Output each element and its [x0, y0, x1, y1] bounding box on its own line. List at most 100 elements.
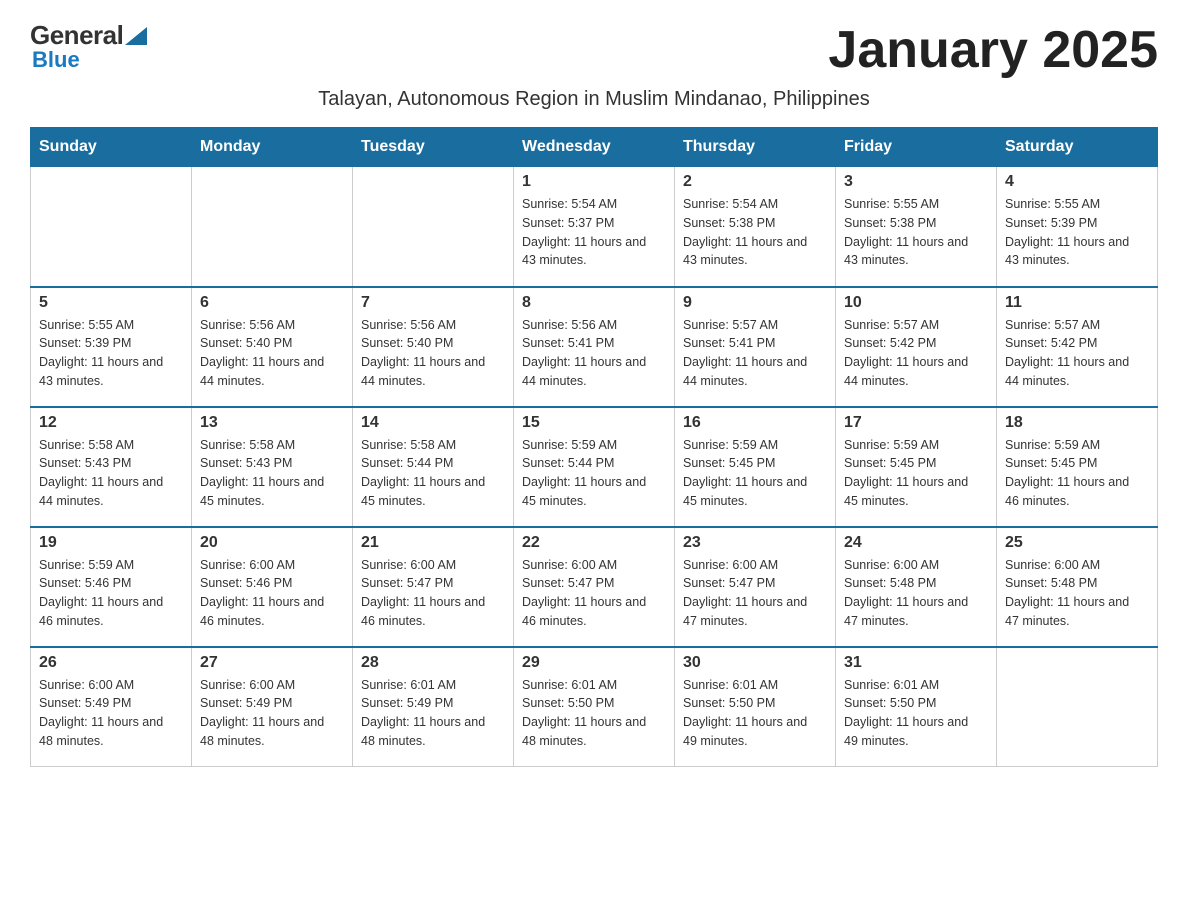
- day-info: Sunrise: 5:59 AMSunset: 5:46 PMDaylight:…: [39, 556, 183, 631]
- calendar-day-cell: 12 Sunrise: 5:58 AMSunset: 5:43 PMDayligh…: [31, 407, 192, 527]
- day-number: 28: [361, 654, 505, 672]
- calendar-day-cell: [997, 647, 1158, 767]
- calendar-day-cell: 21 Sunrise: 6:00 AMSunset: 5:47 PMDayligh…: [353, 527, 514, 647]
- day-info: Sunrise: 5:56 AMSunset: 5:41 PMDaylight:…: [522, 316, 666, 391]
- header-wednesday: Wednesday: [514, 128, 675, 167]
- day-info: Sunrise: 6:00 AMSunset: 5:48 PMDaylight:…: [1005, 556, 1149, 631]
- day-number: 8: [522, 294, 666, 312]
- calendar-week-row: 5 Sunrise: 5:55 AMSunset: 5:39 PMDaylight…: [31, 287, 1158, 407]
- calendar-day-cell: 19 Sunrise: 5:59 AMSunset: 5:46 PMDayligh…: [31, 527, 192, 647]
- day-number: 12: [39, 414, 183, 432]
- day-info: Sunrise: 6:01 AMSunset: 5:50 PMDaylight:…: [683, 676, 827, 751]
- day-number: 18: [1005, 414, 1149, 432]
- calendar-day-cell: 13 Sunrise: 5:58 AMSunset: 5:43 PMDayligh…: [192, 407, 353, 527]
- day-info: Sunrise: 6:00 AMSunset: 5:47 PMDaylight:…: [522, 556, 666, 631]
- day-number: 30: [683, 654, 827, 672]
- subtitle: Talayan, Autonomous Region in Muslim Min…: [30, 88, 1158, 111]
- day-info: Sunrise: 5:56 AMSunset: 5:40 PMDaylight:…: [361, 316, 505, 391]
- calendar-day-cell: 4 Sunrise: 5:55 AMSunset: 5:39 PMDaylight…: [997, 167, 1158, 287]
- calendar-day-cell: [192, 167, 353, 287]
- day-number: 29: [522, 654, 666, 672]
- calendar-day-cell: 29 Sunrise: 6:01 AMSunset: 5:50 PMDayligh…: [514, 647, 675, 767]
- calendar-day-cell: 8 Sunrise: 5:56 AMSunset: 5:41 PMDaylight…: [514, 287, 675, 407]
- day-info: Sunrise: 6:01 AMSunset: 5:49 PMDaylight:…: [361, 676, 505, 751]
- day-info: Sunrise: 6:01 AMSunset: 5:50 PMDaylight:…: [522, 676, 666, 751]
- day-info: Sunrise: 5:55 AMSunset: 5:39 PMDaylight:…: [39, 316, 183, 391]
- calendar-week-row: 12 Sunrise: 5:58 AMSunset: 5:43 PMDayligh…: [31, 407, 1158, 527]
- calendar-day-cell: 22Sunrise: 6:00 AMSunset: 5:47 PMDayligh…: [514, 527, 675, 647]
- calendar-day-cell: 30 Sunrise: 6:01 AMSunset: 5:50 PMDayligh…: [675, 647, 836, 767]
- calendar-day-cell: 17 Sunrise: 5:59 AMSunset: 5:45 PMDayligh…: [836, 407, 997, 527]
- day-info: Sunrise: 5:58 AMSunset: 5:43 PMDaylight:…: [39, 436, 183, 511]
- calendar-day-cell: 23Sunrise: 6:00 AMSunset: 5:47 PMDayligh…: [675, 527, 836, 647]
- day-number: 9: [683, 294, 827, 312]
- day-number: 27: [200, 654, 344, 672]
- day-info: Sunrise: 6:00 AMSunset: 5:47 PMDaylight:…: [361, 556, 505, 631]
- calendar-day-cell: 1 Sunrise: 5:54 AMSunset: 5:37 PMDaylight…: [514, 167, 675, 287]
- header-monday: Monday: [192, 128, 353, 167]
- day-info: Sunrise: 6:00 AMSunset: 5:49 PMDaylight:…: [200, 676, 344, 751]
- page-title: January 2025: [828, 20, 1158, 80]
- calendar-week-row: 26 Sunrise: 6:00 AMSunset: 5:49 PMDayligh…: [31, 647, 1158, 767]
- day-info: Sunrise: 5:59 AMSunset: 5:45 PMDaylight:…: [844, 436, 988, 511]
- logo: General Blue: [30, 20, 147, 73]
- day-info: Sunrise: 5:57 AMSunset: 5:42 PMDaylight:…: [1005, 316, 1149, 391]
- calendar-day-cell: 14 Sunrise: 5:58 AMSunset: 5:44 PMDayligh…: [353, 407, 514, 527]
- day-number: 4: [1005, 173, 1149, 191]
- day-number: 21: [361, 534, 505, 552]
- calendar-day-cell: 2Sunrise: 5:54 AMSunset: 5:38 PMDaylight…: [675, 167, 836, 287]
- day-number: 16: [683, 414, 827, 432]
- day-number: 15: [522, 414, 666, 432]
- calendar-day-cell: 6 Sunrise: 5:56 AMSunset: 5:40 PMDaylight…: [192, 287, 353, 407]
- day-number: 6: [200, 294, 344, 312]
- calendar-week-row: 19 Sunrise: 5:59 AMSunset: 5:46 PMDayligh…: [31, 527, 1158, 647]
- calendar-day-cell: 27 Sunrise: 6:00 AMSunset: 5:49 PMDayligh…: [192, 647, 353, 767]
- calendar-day-cell: 9Sunrise: 5:57 AMSunset: 5:41 PMDaylight…: [675, 287, 836, 407]
- day-number: 7: [361, 294, 505, 312]
- day-info: Sunrise: 5:56 AMSunset: 5:40 PMDaylight:…: [200, 316, 344, 391]
- day-info: Sunrise: 6:00 AMSunset: 5:47 PMDaylight:…: [683, 556, 827, 631]
- calendar-week-row: 1 Sunrise: 5:54 AMSunset: 5:37 PMDaylight…: [31, 167, 1158, 287]
- logo-triangle-icon: [125, 27, 147, 45]
- day-info: Sunrise: 5:55 AMSunset: 5:39 PMDaylight:…: [1005, 195, 1149, 270]
- day-info: Sunrise: 6:00 AMSunset: 5:48 PMDaylight:…: [844, 556, 988, 631]
- calendar-day-cell: 28 Sunrise: 6:01 AMSunset: 5:49 PMDayligh…: [353, 647, 514, 767]
- day-info: Sunrise: 5:54 AMSunset: 5:37 PMDaylight:…: [522, 195, 666, 270]
- header-tuesday: Tuesday: [353, 128, 514, 167]
- day-number: 10: [844, 294, 988, 312]
- page-header: General Blue January 2025: [30, 20, 1158, 80]
- calendar-day-cell: 7 Sunrise: 5:56 AMSunset: 5:40 PMDaylight…: [353, 287, 514, 407]
- day-number: 5: [39, 294, 183, 312]
- calendar-day-cell: 18Sunrise: 5:59 AMSunset: 5:45 PMDayligh…: [997, 407, 1158, 527]
- day-info: Sunrise: 5:59 AMSunset: 5:44 PMDaylight:…: [522, 436, 666, 511]
- calendar-day-cell: 25 Sunrise: 6:00 AMSunset: 5:48 PMDayligh…: [997, 527, 1158, 647]
- header-sunday: Sunday: [31, 128, 192, 167]
- day-number: 20: [200, 534, 344, 552]
- day-info: Sunrise: 5:55 AMSunset: 5:38 PMDaylight:…: [844, 195, 988, 270]
- calendar-day-cell: [31, 167, 192, 287]
- day-number: 19: [39, 534, 183, 552]
- calendar-day-cell: 24 Sunrise: 6:00 AMSunset: 5:48 PMDayligh…: [836, 527, 997, 647]
- calendar-day-cell: 20 Sunrise: 6:00 AMSunset: 5:46 PMDayligh…: [192, 527, 353, 647]
- calendar-day-cell: 15 Sunrise: 5:59 AMSunset: 5:44 PMDayligh…: [514, 407, 675, 527]
- day-number: 1: [522, 173, 666, 191]
- day-info: Sunrise: 6:00 AMSunset: 5:46 PMDaylight:…: [200, 556, 344, 631]
- day-number: 24: [844, 534, 988, 552]
- day-info: Sunrise: 5:54 AMSunset: 5:38 PMDaylight:…: [683, 195, 827, 270]
- calendar-day-cell: 31Sunrise: 6:01 AMSunset: 5:50 PMDayligh…: [836, 647, 997, 767]
- day-number: 14: [361, 414, 505, 432]
- calendar-day-cell: 11Sunrise: 5:57 AMSunset: 5:42 PMDayligh…: [997, 287, 1158, 407]
- header-friday: Friday: [836, 128, 997, 167]
- day-number: 25: [1005, 534, 1149, 552]
- calendar-table: SundayMondayTuesdayWednesdayThursdayFrid…: [30, 127, 1158, 767]
- calendar-day-cell: 5 Sunrise: 5:55 AMSunset: 5:39 PMDaylight…: [31, 287, 192, 407]
- day-info: Sunrise: 5:58 AMSunset: 5:43 PMDaylight:…: [200, 436, 344, 511]
- day-number: 3: [844, 173, 988, 191]
- calendar-day-cell: 26Sunrise: 6:00 AMSunset: 5:49 PMDayligh…: [31, 647, 192, 767]
- day-number: 26: [39, 654, 183, 672]
- day-number: 13: [200, 414, 344, 432]
- day-info: Sunrise: 5:57 AMSunset: 5:42 PMDaylight:…: [844, 316, 988, 391]
- day-info: Sunrise: 5:58 AMSunset: 5:44 PMDaylight:…: [361, 436, 505, 511]
- day-number: 17: [844, 414, 988, 432]
- header-thursday: Thursday: [675, 128, 836, 167]
